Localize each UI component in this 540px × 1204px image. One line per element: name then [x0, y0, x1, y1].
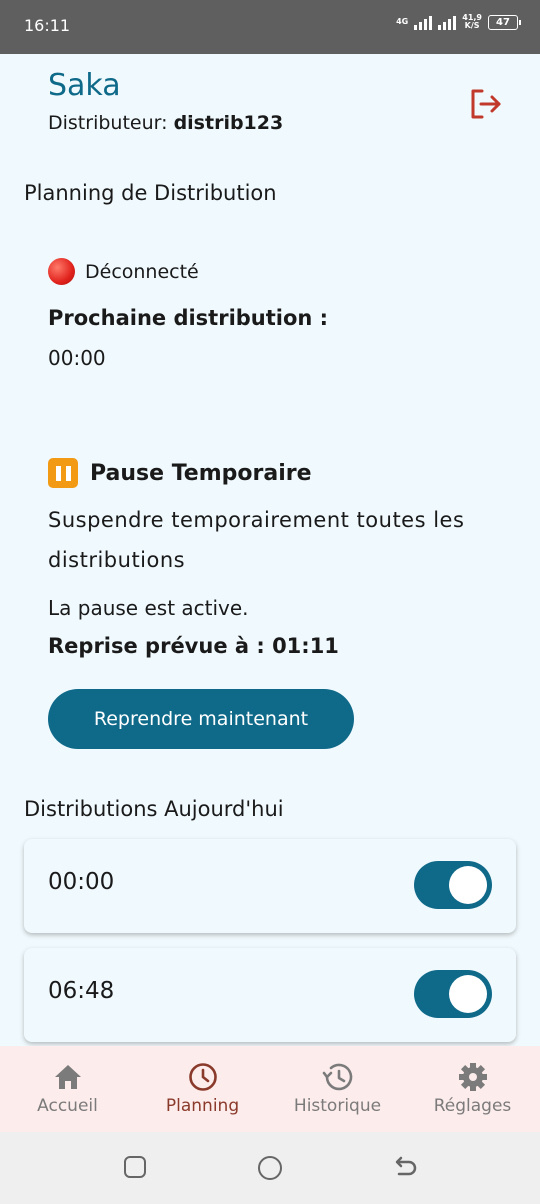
battery-icon: 47 [488, 14, 521, 30]
distribution-list-clip: 06:48 [0, 940, 540, 1046]
distributor-label: Distributeur: [48, 112, 168, 134]
pause-title-text: Pause Temporaire [90, 460, 312, 486]
nav-item-planning[interactable]: Planning [135, 1046, 270, 1132]
planning-title: Planning de Distribution [24, 181, 277, 205]
gear-icon [458, 1063, 487, 1091]
nav-label: Planning [165, 1096, 240, 1116]
next-distribution-time: 00:00 [48, 346, 106, 370]
pause-icon [48, 458, 78, 488]
today-title: Distributions Aujourd'hui [24, 797, 284, 821]
distribution-card: 06:48 [24, 948, 516, 1042]
history-icon [322, 1063, 352, 1091]
network-type: 4G [396, 17, 409, 26]
resume-time: Reprise prévue à : 01:11 [48, 634, 339, 658]
nav-label: Historique [293, 1096, 382, 1116]
distribution-toggle[interactable] [414, 970, 492, 1018]
distributor-id: distrib123 [173, 112, 284, 134]
nav-label: Réglages [433, 1096, 512, 1116]
back-icon[interactable] [392, 1154, 418, 1180]
distribution-time: 06:48 [48, 978, 115, 1004]
logout-icon [471, 89, 501, 119]
data-speed: 41,9 K/S [462, 13, 482, 30]
status-time: 16:11 [24, 16, 71, 35]
resume-now-button[interactable]: Reprendre maintenant [48, 689, 354, 749]
recents-button[interactable] [124, 1156, 146, 1178]
pause-title: Pause Temporaire [48, 458, 312, 488]
nav-item-reglages[interactable]: Réglages [405, 1046, 540, 1132]
status-indicators: 4G 41,9 K/S 47 [396, 13, 521, 30]
toggle-knob [449, 866, 487, 904]
connection-status: Déconnecté [48, 258, 199, 285]
distribution-card: 00:00 [24, 839, 516, 933]
nav-item-historique[interactable]: Historique [270, 1046, 405, 1132]
nav-label: Accueil [37, 1096, 98, 1116]
system-navigation-bar [0, 1132, 540, 1204]
pause-active-text: La pause est active. [48, 596, 249, 620]
app-title: Saka [48, 68, 121, 103]
app-header: Saka Distributeur: distrib123 [0, 54, 540, 150]
next-distribution-label: Prochaine distribution : [48, 306, 329, 330]
nav-item-accueil[interactable]: Accueil [0, 1046, 135, 1132]
clock-icon [188, 1063, 217, 1091]
signal-icon [414, 14, 433, 30]
status-bar: 16:11 4G 41,9 K/S 47 [0, 0, 540, 54]
home-icon [54, 1065, 81, 1089]
red-circle-icon [48, 258, 75, 285]
distributor-info: Distributeur: distrib123 [48, 112, 283, 134]
toggle-knob [449, 975, 487, 1013]
distribution-time: 00:00 [48, 869, 115, 895]
logout-button[interactable] [466, 86, 506, 122]
signal-icon-2 [438, 14, 457, 30]
bottom-navigation: Accueil Planning Historique Réglages [0, 1046, 540, 1132]
connection-status-text: Déconnecté [85, 260, 199, 283]
pause-description: Suspendre temporairement toutes les dist… [48, 508, 465, 572]
distribution-toggle[interactable] [414, 861, 492, 909]
home-button[interactable] [258, 1156, 282, 1180]
